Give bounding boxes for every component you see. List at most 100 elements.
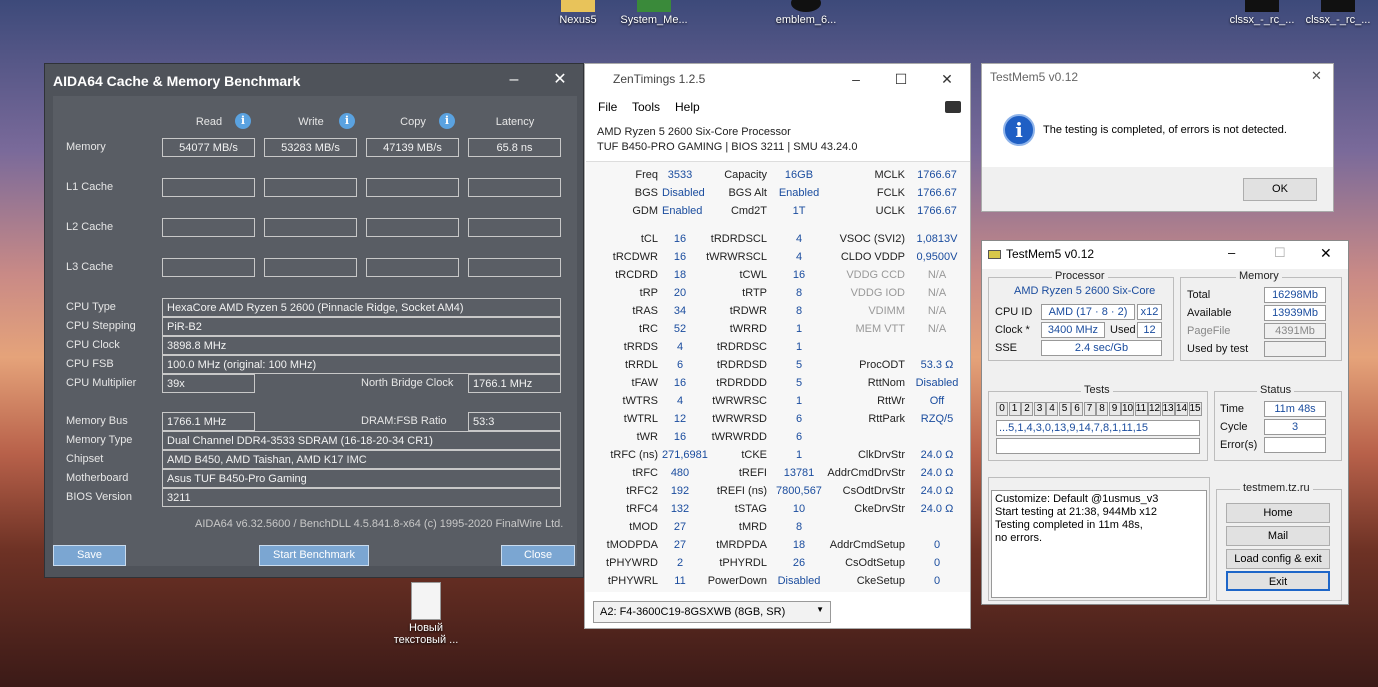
file-icon [1245,0,1279,12]
cycle-label: Cycle [1220,421,1248,433]
timing-label: VDDG IOD [850,287,905,299]
memory-latency-value: 65.8 ns [468,138,561,157]
save-button[interactable]: Save [53,545,126,566]
close-button[interactable]: ✕ [547,68,573,92]
mail-button[interactable]: Mail [1226,526,1330,546]
menu-tools[interactable]: Tools [632,100,660,114]
memory-copy-value: 47139 MB/s [366,138,459,157]
timing-label: RttNom [867,377,905,389]
close-button[interactable]: ✕ [1320,245,1332,262]
timing-value: 1766.67 [917,205,957,217]
timing-value: 192 [670,485,690,497]
timing-label: CsOdtSetup [845,557,905,569]
timing-value: 16 [673,233,687,245]
maximize-button[interactable]: ☐ [881,68,921,90]
test-cell: 6 [1071,402,1083,416]
timing-label: tRRDS [623,341,658,353]
desktop-icon-nexus5[interactable]: Nexus5 [538,0,618,26]
desktop-icon-label: Новый текстовый ... [393,622,459,646]
l1-write-value [264,178,357,197]
timing-label: BGS [634,187,658,199]
cpu-multiplier-value: 39x [162,374,255,393]
desktop-icon-system-me[interactable]: System_Me... [614,0,694,26]
test-progress [996,438,1200,454]
dram-ratio-label: DRAM:FSB Ratio [361,415,447,427]
dram-ratio-value: 53:3 [468,412,561,431]
timing-label: CkeSetup [856,575,905,587]
test-cell: 8 [1096,402,1108,416]
dialog-message: The testing is completed, of errors is n… [1043,124,1287,136]
timing-label: tWTRS [622,395,658,407]
maximize-button[interactable]: ☐ [1274,245,1286,261]
desktop-icon-clssx-1[interactable]: clssx_-_rc_... [1222,0,1302,26]
l2-copy-value [366,218,459,237]
timing-label: tRP [639,287,658,299]
test-cell: 15 [1188,402,1202,416]
pagefile-label: PageFile [1187,325,1231,337]
close-button[interactable]: ✕ [927,68,967,90]
timing-value: 16 [792,269,806,281]
desktop-icon-text-file[interactable]: Новый текстовый ... [386,582,466,646]
timing-label: tPHYWRL [607,575,658,587]
minimize-button[interactable]: – [1228,245,1235,260]
info-icon[interactable]: i [235,113,251,129]
timing-value: 271,6981 [662,449,708,461]
row-label-l3: L3 Cache [66,261,114,273]
dimm-select[interactable]: A2: F4-3600C19-8GSXWB (8GB, SR) ▼ [593,601,831,623]
menu-file[interactable]: File [598,100,617,114]
test-cell: 10 [1121,402,1134,416]
cpu-type-label: CPU Type [66,301,116,313]
desktop-icon-emblem[interactable]: emblem_6... [766,0,846,26]
timing-label: Capacity [724,169,767,181]
minimize-button[interactable]: – [501,68,527,92]
ok-button[interactable]: OK [1243,178,1317,201]
info-icon[interactable]: i [439,113,455,129]
timing-value: 4 [795,233,803,245]
timing-label: tRFC (ns) [610,449,658,461]
timing-label: tWRRD [729,323,767,335]
errors-label: Error(s) [1220,439,1258,451]
timing-value: 8 [795,305,803,317]
dimm-select-value: A2: F4-3600C19-8GSXWB (8GB, SR) [600,606,786,618]
info-icon[interactable]: i [339,113,355,129]
timing-label: tWRWRSCL [706,251,767,263]
timing-value: 13781 [783,467,815,479]
l2-read-value [162,218,255,237]
timing-label: tRDRDSD [716,359,767,371]
processor-title: Processor [1052,270,1108,282]
start-benchmark-button[interactable]: Start Benchmark [259,545,369,566]
timing-label: tWTRL [623,413,658,425]
timing-value: 1 [795,449,803,461]
motherboard-value: Asus TUF B450-Pro Gaming [162,469,561,488]
timing-value: 6 [676,359,684,371]
memory-write-value: 53283 MB/s [264,138,357,157]
timing-label: tCWL [739,269,768,281]
load-config-exit-button[interactable]: Load config & exit [1226,549,1330,569]
timing-value: N/A [927,287,947,299]
camera-icon[interactable] [945,101,961,113]
close-dialog-button[interactable]: Close [501,545,575,566]
test-cells: 0 1 2 3 4 5 6 7 8 9 10 11 12 13 14 15 [996,402,1206,418]
timing-label: tMRD [738,521,767,533]
zentimings-window: Z ZenTimings 1.2.5 – ☐ ✕ File Tools Help… [584,63,971,629]
log-line: Testing completed in 11m 48s, [995,519,1143,531]
timing-value: 16 [673,431,687,443]
minimize-button[interactable]: – [836,68,876,90]
menu-help[interactable]: Help [675,100,700,114]
close-button[interactable]: ✕ [1311,68,1322,84]
desktop-icon-clssx-2[interactable]: clssx_-_rc_... [1298,0,1378,26]
home-button[interactable]: Home [1226,503,1330,523]
sse-value: 2.4 sec/Gb [1041,340,1162,356]
archive-icon [637,0,671,12]
timing-label: tPHYWRD [606,557,658,569]
timing-label: RttWr [877,395,905,407]
mem-type-label: Memory Type [66,434,133,446]
exit-button[interactable]: Exit [1226,571,1330,591]
folder-icon [561,0,595,12]
pagefile-value: 4391Mb [1264,323,1326,339]
desktop-icon-label: System_Me... [620,14,688,26]
timing-label: tWRWRDD [711,431,767,443]
clock-label: Clock * [995,324,1030,336]
timing-value: 6 [795,431,803,443]
timing-label: AddrCmdSetup [829,539,905,551]
